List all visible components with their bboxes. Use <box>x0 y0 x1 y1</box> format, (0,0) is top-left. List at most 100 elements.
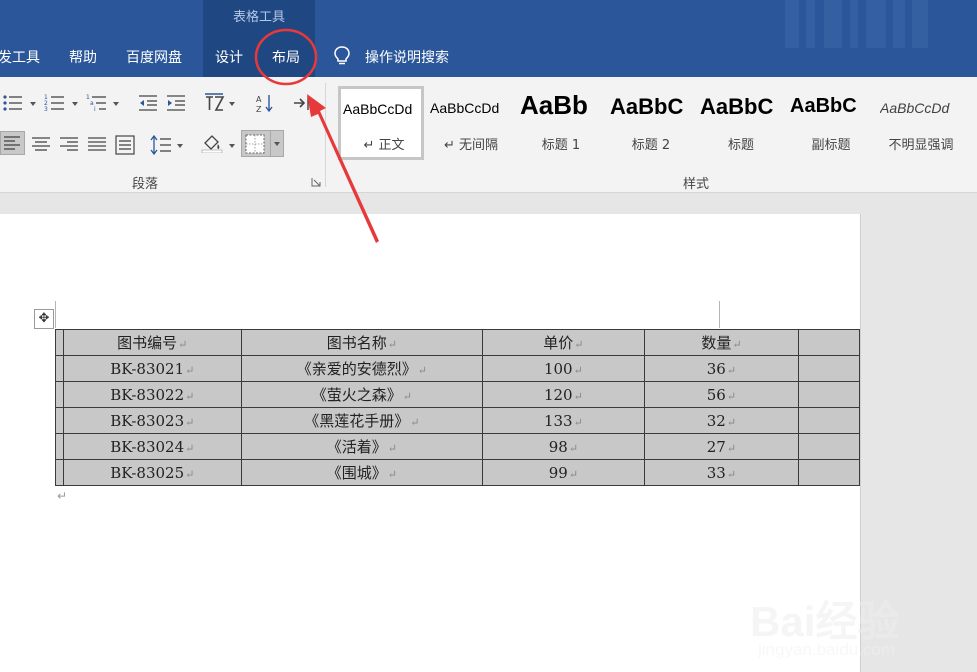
multilevel-list-icon[interactable]: 1 a i <box>86 93 108 113</box>
tell-me-search[interactable]: 操作说明搜索 <box>365 47 449 67</box>
header-book-id: 图书编号 <box>117 334 178 352</box>
table-cell[interactable]: 133↵ <box>482 407 645 434</box>
borders-button[interactable] <box>241 130 284 157</box>
style-name: 标题 1 <box>541 138 581 153</box>
table-row: BK-83021↵ 《亲爱的安德烈》↵ 100↵ 36↵ <box>55 355 860 382</box>
table-cell[interactable]: BK-83025↵ <box>62 459 242 486</box>
table-cell[interactable]: BK-83024↵ <box>62 433 242 460</box>
table-cell[interactable]: 36↵ <box>643 355 800 382</box>
style-heading-2[interactable]: AaBbC 标题 2 <box>608 86 694 160</box>
chinese-layout-icon[interactable] <box>203 93 225 113</box>
paragraph-dialog-launcher-icon[interactable] <box>311 177 321 187</box>
bullets-icon[interactable] <box>2 93 24 113</box>
crop-mark <box>55 301 56 328</box>
table-cell[interactable]: BK-83021↵ <box>62 355 242 382</box>
multilevel-list-dropdown[interactable] <box>113 102 119 106</box>
style-heading-1[interactable]: AaBb 标题 1 <box>518 86 604 160</box>
table-cell[interactable]: 33↵ <box>643 459 800 486</box>
table-cell[interactable]: 100↵ <box>482 355 645 382</box>
line-spacing-icon[interactable] <box>150 135 172 155</box>
table-cell[interactable]: 《亲爱的安德烈》↵ <box>240 355 484 382</box>
empty-cell[interactable] <box>798 355 860 382</box>
table-move-handle[interactable]: ✥ <box>34 309 54 329</box>
baidu-jingyan-watermark: Bai经验 jingyan.baidu.com <box>750 570 977 670</box>
align-center-icon[interactable] <box>30 135 52 155</box>
style-name: 不明显强调 <box>888 138 954 153</box>
decrease-indent-icon[interactable] <box>137 93 159 113</box>
cell-text: 《亲爱的安德烈》 <box>296 360 417 378</box>
cell-text: 99 <box>548 463 568 482</box>
header-cell[interactable]: 图书编号↵ <box>62 329 242 356</box>
cell-text: 《活着》 <box>326 438 387 456</box>
borders-icon <box>245 134 265 154</box>
empty-cell[interactable] <box>798 407 860 434</box>
numbering-icon[interactable]: 1 2 3 <box>44 93 66 113</box>
cell-text: BK-83021 <box>110 359 185 378</box>
style-name: 标题 2 <box>631 138 671 153</box>
style-normal[interactable]: AaBbCcDd ↵ 正文 <box>338 86 424 160</box>
cell-text: 120 <box>543 385 573 404</box>
numbering-dropdown[interactable] <box>72 102 78 106</box>
document-page[interactable]: ✥ 图书编号↵ 图书名称↵ 单价↵ 数量↵ BK-83021↵ 《亲爱的安德烈》… <box>0 214 861 672</box>
style-sample: AaBbC <box>610 94 684 119</box>
table-row: BK-83023↵ 《黑莲花手册》↵ 133↵ 32↵ <box>55 407 860 434</box>
bullets-dropdown[interactable] <box>30 102 36 106</box>
show-hide-marks-icon[interactable] <box>292 93 314 113</box>
align-left-button[interactable] <box>0 131 25 155</box>
tab-help[interactable]: 帮助 <box>69 47 97 67</box>
align-right-icon[interactable] <box>58 135 80 155</box>
table-cell[interactable]: 27↵ <box>643 433 800 460</box>
cell-text: 98 <box>548 437 568 456</box>
justify-icon[interactable] <box>86 135 108 155</box>
style-subtitle[interactable]: AaBbC 副标题 <box>788 86 874 160</box>
shading-icon[interactable] <box>201 133 223 153</box>
style-title[interactable]: AaBbC 标题 <box>698 86 784 160</box>
styles-group-label: 样式 <box>683 177 710 192</box>
tab-developer[interactable]: 发工具 <box>0 47 40 67</box>
table-cell[interactable]: 《围城》↵ <box>240 459 484 486</box>
table-cell[interactable]: 《黑莲花手册》↵ <box>240 407 484 434</box>
watermark-url: jingyan.baidu.com <box>758 640 896 659</box>
shading-dropdown[interactable] <box>229 144 235 148</box>
distributed-align-icon[interactable] <box>114 135 136 155</box>
style-name: 副标题 <box>811 138 851 153</box>
table-cell[interactable]: 99↵ <box>482 459 645 486</box>
table-cell[interactable]: BK-83022↵ <box>62 381 242 408</box>
book-table[interactable]: 图书编号↵ 图书名称↵ 单价↵ 数量↵ BK-83021↵ 《亲爱的安德烈》↵ … <box>55 329 860 486</box>
ribbon-tab-bar: 表格工具 发工具 帮助 百度网盘 设计 布局 操作说明搜索 <box>0 0 977 77</box>
empty-cell[interactable] <box>798 381 860 408</box>
style-sample: AaBb <box>520 90 588 120</box>
table-cell[interactable]: 《萤火之森》↵ <box>240 381 484 408</box>
lightbulb-icon <box>334 46 350 65</box>
empty-cell[interactable] <box>798 329 860 356</box>
table-cell[interactable]: BK-83023↵ <box>62 407 242 434</box>
align-left-icon <box>4 136 20 150</box>
sort-icon[interactable]: A Z <box>254 93 276 113</box>
header-quantity: 数量 <box>701 334 732 352</box>
increase-indent-icon[interactable] <box>165 93 187 113</box>
paragraph-mark: ↵ <box>57 489 68 503</box>
header-cell[interactable]: 图书名称↵ <box>240 329 484 356</box>
table-cell[interactable]: 56↵ <box>643 381 800 408</box>
tab-design[interactable]: 设计 <box>215 47 243 67</box>
table-cell[interactable]: 《活着》↵ <box>240 433 484 460</box>
table-tools-label: 表格工具 <box>232 10 285 25</box>
style-sample: AaBbCcDd <box>343 101 413 117</box>
table-cell[interactable]: 120↵ <box>482 381 645 408</box>
borders-dropdown[interactable] <box>274 142 280 146</box>
empty-cell[interactable] <box>798 459 860 486</box>
line-spacing-dropdown[interactable] <box>177 144 183 148</box>
style-name: ↵ 正文 <box>363 138 405 153</box>
chinese-layout-dropdown[interactable] <box>229 102 235 106</box>
cell-text: 27 <box>706 437 726 456</box>
tab-baidu-netdisk[interactable]: 百度网盘 <box>126 47 182 67</box>
empty-cell[interactable] <box>798 433 860 460</box>
table-cell[interactable]: 32↵ <box>643 407 800 434</box>
tab-layout[interactable]: 布局 <box>272 47 300 67</box>
style-subtle-emphasis[interactable]: AaBbCcDd 不明显强调 <box>878 86 964 160</box>
style-sample: AaBbCcDd <box>880 100 950 116</box>
header-cell[interactable]: 数量↵ <box>643 329 800 356</box>
table-cell[interactable]: 98↵ <box>482 433 645 460</box>
style-no-spacing[interactable]: AaBbCcDd ↵ 无间隔 <box>428 86 514 160</box>
header-cell[interactable]: 单价↵ <box>482 329 645 356</box>
